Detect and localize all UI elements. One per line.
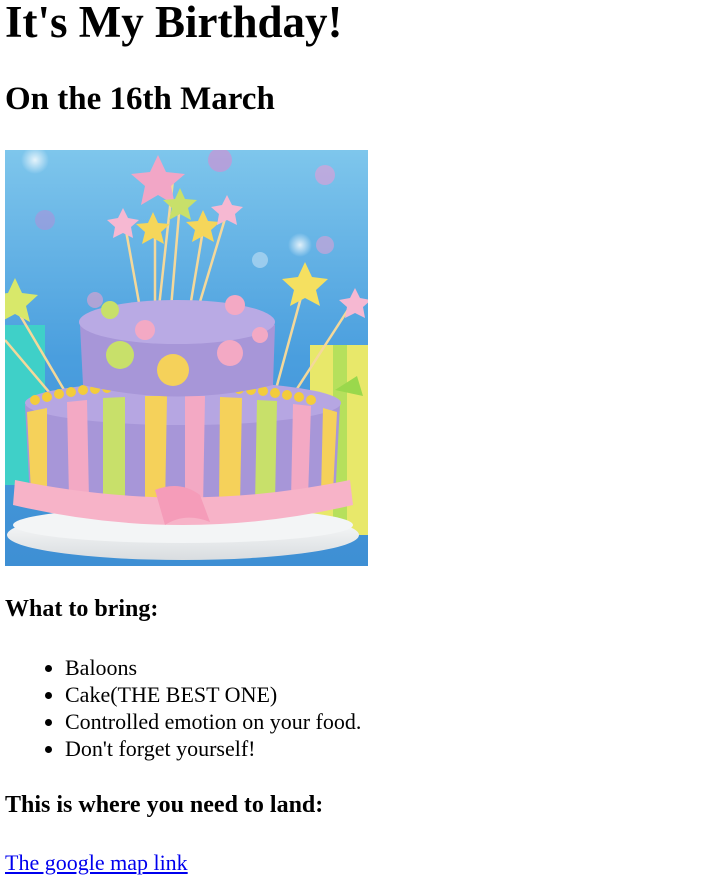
birthday-cake-image <box>5 150 368 566</box>
page-title: It's My Birthday! <box>5 0 343 47</box>
location-heading: This is where you need to land: <box>5 792 324 818</box>
list-item: Cake(THE BEST ONE) <box>65 681 361 708</box>
list-item: Controlled emotion on your food. <box>65 708 361 735</box>
google-map-link[interactable]: The google map link <box>5 849 188 876</box>
list-item: Baloons <box>65 654 361 681</box>
date-subtitle: On the 16th March <box>5 81 275 117</box>
list-item: Don't forget yourself! <box>65 735 361 762</box>
bring-heading: What to bring: <box>5 596 159 622</box>
page: It's My Birthday! On the 16th March What… <box>0 0 707 879</box>
bring-list: Baloons Cake(THE BEST ONE) Controlled em… <box>25 654 361 762</box>
